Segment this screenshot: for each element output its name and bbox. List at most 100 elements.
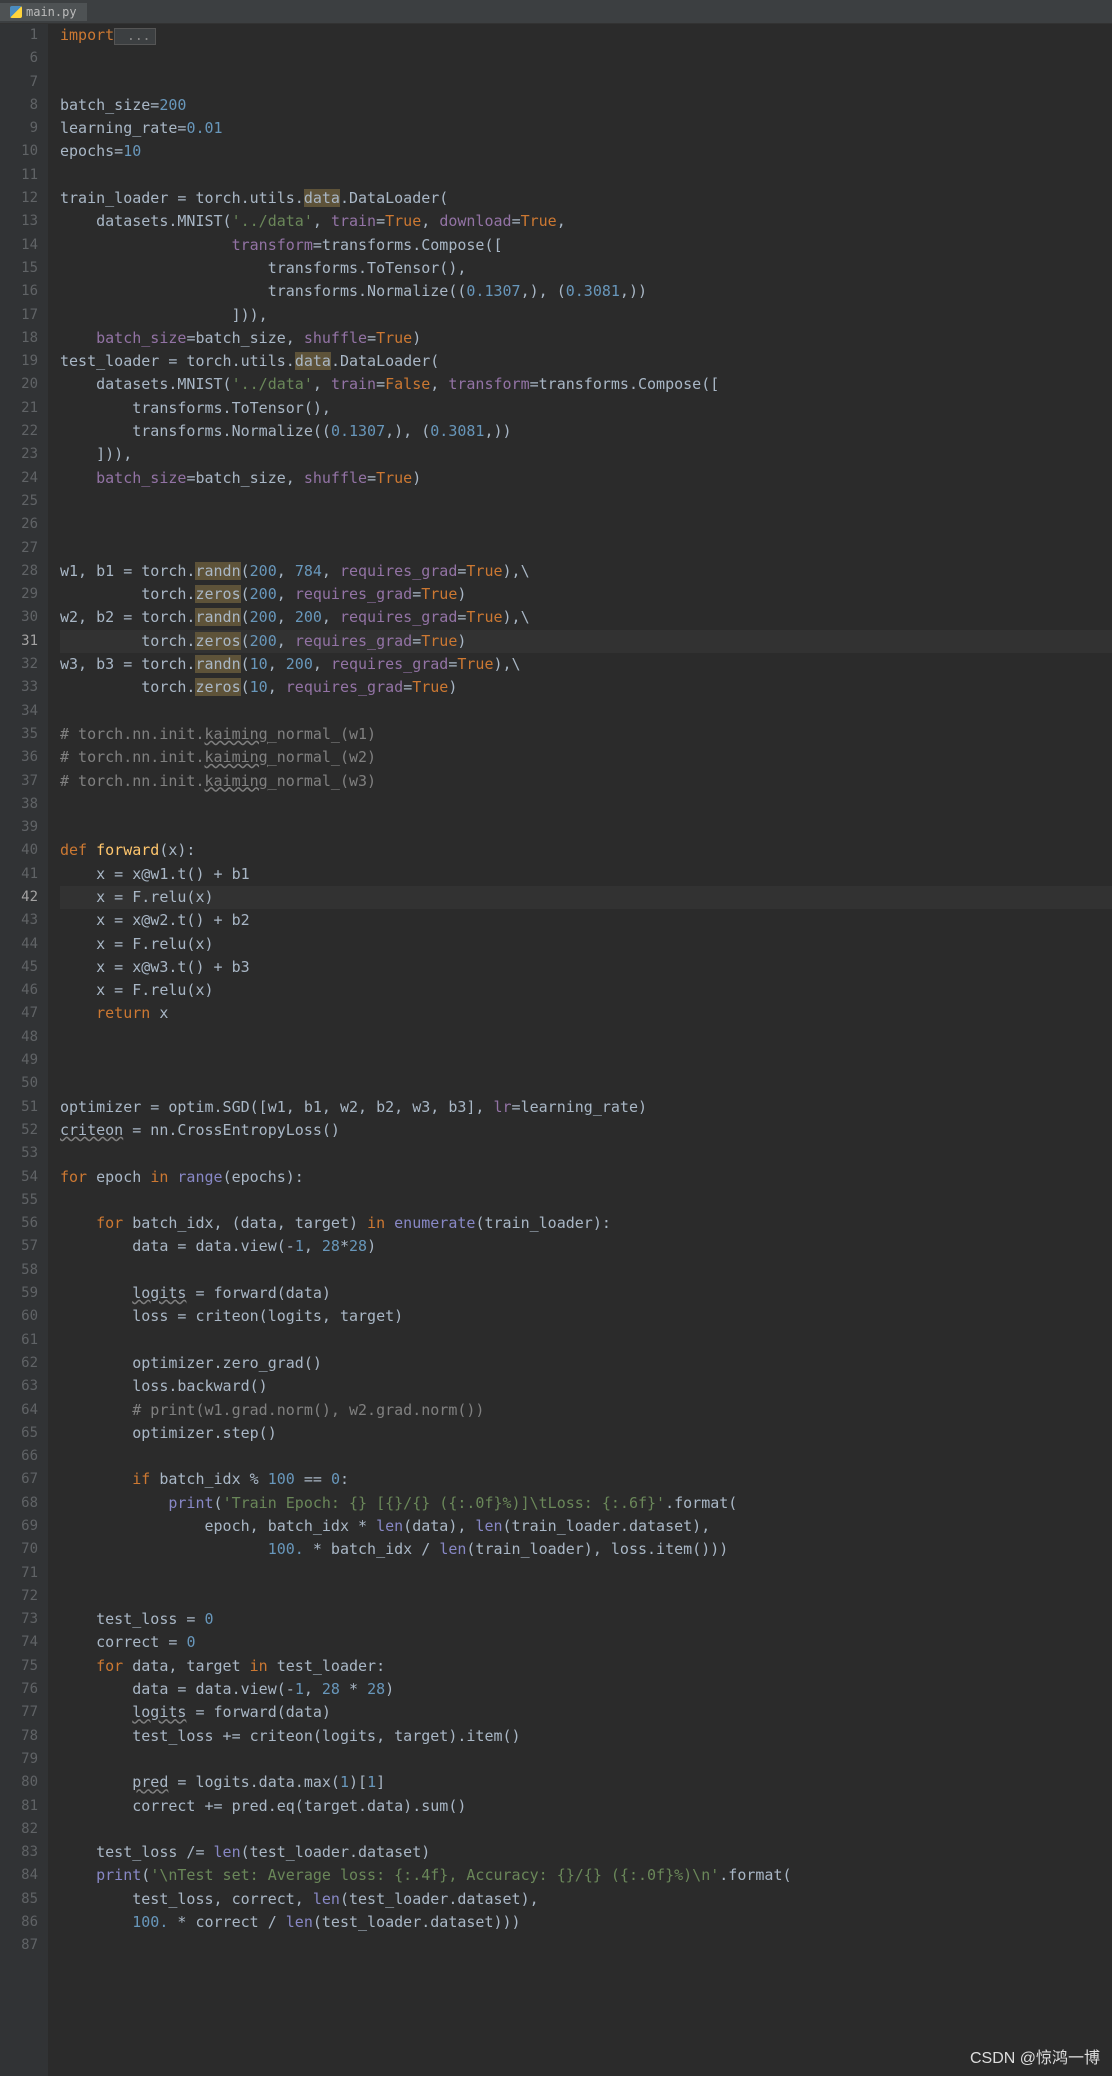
code-line[interactable]: ])), xyxy=(60,304,1112,327)
code-line[interactable]: import ... xyxy=(60,24,1112,47)
code-line[interactable] xyxy=(60,793,1112,816)
code-line[interactable]: data = data.view(-1, 28*28) xyxy=(60,1235,1112,1258)
code-line[interactable]: 100. * batch_idx / len(train_loader), lo… xyxy=(60,1538,1112,1561)
line-number: 69 xyxy=(0,1515,38,1538)
code-line[interactable] xyxy=(60,1329,1112,1352)
code-line[interactable]: transform=transforms.Compose([ xyxy=(60,234,1112,257)
code-line[interactable] xyxy=(60,1748,1112,1771)
code-line[interactable] xyxy=(60,700,1112,723)
code-line[interactable]: print('\nTest set: Average loss: {:.4f},… xyxy=(60,1864,1112,1887)
code-line[interactable]: x = x@w3.t() + b3 xyxy=(60,956,1112,979)
code-line[interactable] xyxy=(60,1026,1112,1049)
code-line[interactable]: for epoch in range(epochs): xyxy=(60,1166,1112,1189)
code-line[interactable]: loss.backward() xyxy=(60,1375,1112,1398)
line-number: 28 xyxy=(0,560,38,583)
code-line[interactable]: test_loss, correct, len(test_loader.data… xyxy=(60,1888,1112,1911)
code-line[interactable]: torch.zeros(200, requires_grad=True) xyxy=(60,583,1112,606)
code-line[interactable]: w3, b3 = torch.randn(10, 200, requires_g… xyxy=(60,653,1112,676)
code-line[interactable]: x = F.relu(x) xyxy=(60,933,1112,956)
code-line[interactable]: w2, b2 = torch.randn(200, 200, requires_… xyxy=(60,606,1112,629)
line-number: 67 xyxy=(0,1468,38,1491)
code-line[interactable]: transforms.Normalize((0.1307,), (0.3081,… xyxy=(60,420,1112,443)
code-line[interactable] xyxy=(60,1445,1112,1468)
code-line[interactable]: epoch, batch_idx * len(data), len(train_… xyxy=(60,1515,1112,1538)
code-line[interactable]: w1, b1 = torch.randn(200, 784, requires_… xyxy=(60,560,1112,583)
line-number: 65 xyxy=(0,1422,38,1445)
code-line[interactable]: loss = criteon(logits, target) xyxy=(60,1305,1112,1328)
code-line[interactable]: batch_size=200 xyxy=(60,94,1112,117)
code-line[interactable] xyxy=(60,537,1112,560)
code-line[interactable]: correct = 0 xyxy=(60,1631,1112,1654)
line-number: 45 xyxy=(0,956,38,979)
code-line[interactable]: if batch_idx % 100 == 0: xyxy=(60,1468,1112,1491)
code-line[interactable]: # torch.nn.init.kaiming_normal_(w2) xyxy=(60,746,1112,769)
code-line[interactable]: transforms.ToTensor(), xyxy=(60,397,1112,420)
code-line[interactable] xyxy=(60,816,1112,839)
code-line[interactable] xyxy=(60,1142,1112,1165)
code-line[interactable]: logits = forward(data) xyxy=(60,1282,1112,1305)
code-line[interactable]: criteon = nn.CrossEntropyLoss() xyxy=(60,1119,1112,1142)
code-line[interactable] xyxy=(60,513,1112,536)
code-line[interactable]: test_loss += criteon(logits, target).ite… xyxy=(60,1725,1112,1748)
code-line[interactable]: x = F.relu(x) xyxy=(60,886,1112,909)
code-line[interactable]: datasets.MNIST('../data', train=False, t… xyxy=(60,373,1112,396)
line-number: 44 xyxy=(0,933,38,956)
code-area[interactable]: import ... batch_size=200learning_rate=0.… xyxy=(48,24,1112,2076)
line-number: 87 xyxy=(0,1934,38,1957)
line-number: 16 xyxy=(0,280,38,303)
code-line[interactable]: learning_rate=0.01 xyxy=(60,117,1112,140)
code-line[interactable]: optimizer.zero_grad() xyxy=(60,1352,1112,1375)
code-line[interactable]: torch.zeros(10, requires_grad=True) xyxy=(60,676,1112,699)
code-line[interactable] xyxy=(60,47,1112,70)
code-line[interactable] xyxy=(60,490,1112,513)
code-line[interactable]: def forward(x): xyxy=(60,839,1112,862)
code-line[interactable]: optimizer.step() xyxy=(60,1422,1112,1445)
code-line[interactable]: epochs=10 xyxy=(60,140,1112,163)
code-line[interactable]: # torch.nn.init.kaiming_normal_(w1) xyxy=(60,723,1112,746)
code-line[interactable] xyxy=(60,1189,1112,1212)
code-line[interactable]: correct += pred.eq(target.data).sum() xyxy=(60,1795,1112,1818)
code-line[interactable]: 100. * correct / len(test_loader.dataset… xyxy=(60,1911,1112,1934)
code-line[interactable] xyxy=(60,1562,1112,1585)
code-line[interactable]: data = data.view(-1, 28 * 28) xyxy=(60,1678,1112,1701)
code-line[interactable]: ])), xyxy=(60,443,1112,466)
code-line[interactable] xyxy=(60,1818,1112,1841)
code-line[interactable] xyxy=(60,1585,1112,1608)
code-line[interactable]: batch_size=batch_size, shuffle=True) xyxy=(60,327,1112,350)
code-line[interactable]: datasets.MNIST('../data', train=True, do… xyxy=(60,210,1112,233)
code-line[interactable] xyxy=(60,1259,1112,1282)
code-line[interactable]: torch.zeros(200, requires_grad=True) xyxy=(60,630,1112,653)
code-line[interactable]: pred = logits.data.max(1)[1] xyxy=(60,1771,1112,1794)
code-line[interactable]: # torch.nn.init.kaiming_normal_(w3) xyxy=(60,770,1112,793)
code-line[interactable]: x = F.relu(x) xyxy=(60,979,1112,1002)
code-line[interactable]: logits = forward(data) xyxy=(60,1701,1112,1724)
code-line[interactable]: test_loss = 0 xyxy=(60,1608,1112,1631)
line-number: 57 xyxy=(0,1235,38,1258)
code-line[interactable]: train_loader = torch.utils.data.DataLoad… xyxy=(60,187,1112,210)
line-number: 43 xyxy=(0,909,38,932)
code-line[interactable]: print('Train Epoch: {} [{}/{} ({:.0f}%)]… xyxy=(60,1492,1112,1515)
code-line[interactable]: x = x@w2.t() + b2 xyxy=(60,909,1112,932)
code-line[interactable]: batch_size=batch_size, shuffle=True) xyxy=(60,467,1112,490)
code-line[interactable]: return x xyxy=(60,1002,1112,1025)
code-line[interactable] xyxy=(60,1072,1112,1095)
code-line[interactable] xyxy=(60,71,1112,94)
code-line[interactable]: optimizer = optim.SGD([w1, b1, w2, b2, w… xyxy=(60,1096,1112,1119)
line-number: 24 xyxy=(0,467,38,490)
code-editor[interactable]: 1678910111213141516171819202122232425262… xyxy=(0,24,1112,2076)
code-line[interactable] xyxy=(60,1049,1112,1072)
code-line[interactable]: test_loss /= len(test_loader.dataset) xyxy=(60,1841,1112,1864)
file-tab[interactable]: main.py xyxy=(0,3,87,21)
code-line[interactable]: x = x@w1.t() + b1 xyxy=(60,863,1112,886)
code-line[interactable]: test_loader = torch.utils.data.DataLoade… xyxy=(60,350,1112,373)
code-line[interactable]: for batch_idx, (data, target) in enumera… xyxy=(60,1212,1112,1235)
code-line[interactable]: transforms.Normalize((0.1307,), (0.3081,… xyxy=(60,280,1112,303)
code-line[interactable]: transforms.ToTensor(), xyxy=(60,257,1112,280)
line-number: 38 xyxy=(0,793,38,816)
line-number: 46 xyxy=(0,979,38,1002)
code-line[interactable] xyxy=(60,164,1112,187)
line-number: 47 xyxy=(0,1002,38,1025)
code-line[interactable] xyxy=(60,1934,1112,1957)
code-line[interactable]: # print(w1.grad.norm(), w2.grad.norm()) xyxy=(60,1399,1112,1422)
code-line[interactable]: for data, target in test_loader: xyxy=(60,1655,1112,1678)
